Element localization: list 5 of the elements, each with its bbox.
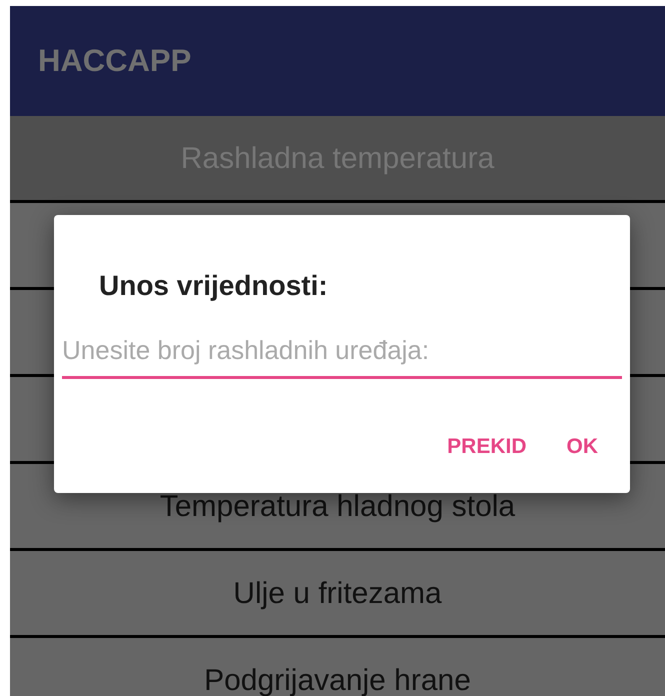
list-item[interactable]: Ulje u fritezama xyxy=(10,551,665,638)
dialog-title: Unos vrijednosti: xyxy=(99,269,329,303)
list-item[interactable]: Podgrijavanje hrane xyxy=(10,638,665,696)
app-title: HACCAPP xyxy=(38,42,192,80)
input-field[interactable]: Unesite broj rashladnih uređaja: xyxy=(62,327,622,379)
